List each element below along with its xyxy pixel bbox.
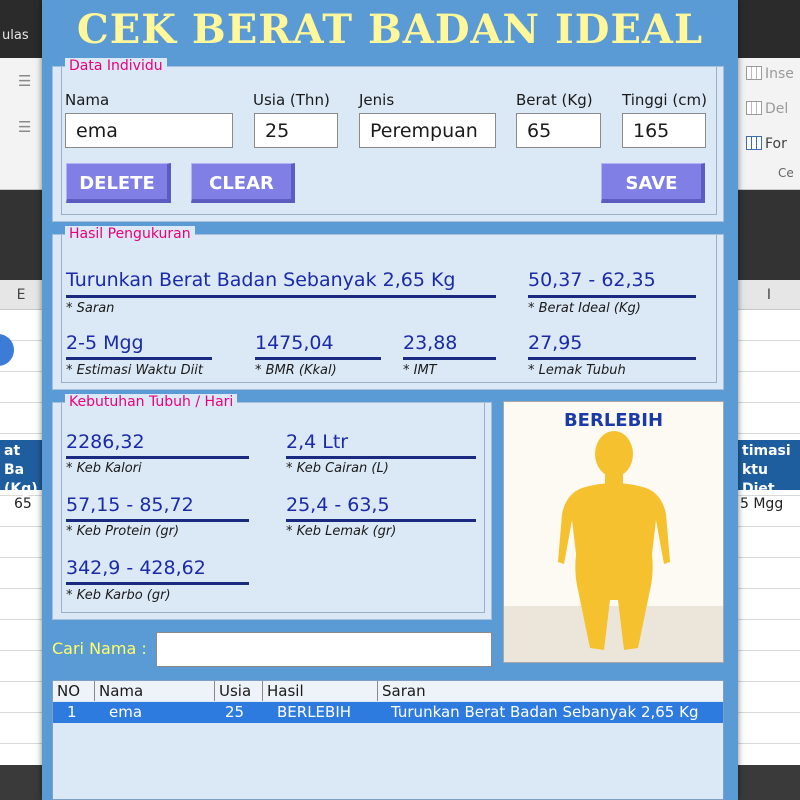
cell-estimasi-value[interactable]: 5 Mgg <box>740 496 783 512</box>
saran-caption: * Saran <box>66 301 115 316</box>
sheet-grid-left[interactable] <box>0 310 42 800</box>
jenis-input[interactable]: Perempuan <box>359 113 496 148</box>
cell-berat-value[interactable]: 65 <box>14 496 32 512</box>
lemak-tubuh-value: 27,95 <box>528 332 583 354</box>
protein-caption: * Keb Protein (gr) <box>66 524 180 539</box>
cairan-value: 2,4 Ltr <box>286 431 349 453</box>
tinggi-label: Tinggi (cm) <box>622 91 707 109</box>
column-header-no[interactable]: NO <box>53 681 95 701</box>
protein-value: 57,15 - 85,72 <box>66 494 194 516</box>
column-header-i[interactable]: I <box>738 280 800 310</box>
column-header-hasil[interactable]: Hasil <box>263 681 378 701</box>
bmr-caption: * BMR (Kkal) <box>255 363 337 378</box>
insert-icon <box>746 66 762 80</box>
format-icon <box>746 136 762 150</box>
data-individu-panel: Data Individu Nama Usia (Thn) Jenis Bera… <box>52 58 724 222</box>
lemak-tubuh-caption: * Lemak Tubuh <box>528 363 626 378</box>
body-silhouette-icon <box>558 431 670 650</box>
berat-label: Berat (Kg) <box>516 91 593 109</box>
jenis-label: Jenis <box>359 91 395 109</box>
ribbon-right: Inse Del For Ce <box>738 0 800 190</box>
cairan-caption: * Keb Cairan (L) <box>286 461 389 476</box>
table-row[interactable]: 1 ema 25 BERLEBIH Turunkan Berat Badan S… <box>53 702 723 723</box>
kebutuhan-tubuh-panel: Kebutuhan Tubuh / Hari 2286,32 * Keb Kal… <box>52 394 492 620</box>
kalori-caption: * Keb Kalori <box>66 461 142 476</box>
search-label: Cari Nama : <box>52 639 147 658</box>
lemak-value: 25,4 - 63,5 <box>286 494 390 516</box>
cell-header-estimasi[interactable]: timasi ktu Diet <box>738 440 800 497</box>
delete-icon <box>746 101 762 115</box>
saran-value: Turunkan Berat Badan Sebanyak 2,65 Kg <box>66 269 456 291</box>
delete-cells-button[interactable]: Del <box>746 101 788 117</box>
tinggi-input[interactable]: 165 <box>622 113 706 148</box>
status-figure-panel: BERLEBIH <box>503 401 724 663</box>
berat-input[interactable]: 65 <box>516 113 601 148</box>
cell-nama: ema <box>109 703 143 721</box>
nama-label: Nama <box>65 91 110 109</box>
nama-input[interactable]: ema <box>65 113 233 148</box>
waktu-diit-caption: * Estimasi Waktu Diit <box>66 363 203 378</box>
ribbon-tab[interactable]: ulas <box>0 0 42 58</box>
cell-hasil: BERLEBIH <box>277 703 352 721</box>
waktu-diit-value: 2-5 Mgg <box>66 332 144 354</box>
berat-ideal-caption: * Berat Ideal (Kg) <box>528 301 641 316</box>
cell-usia: 25 <box>225 703 245 721</box>
hasil-pengukuran-panel: Hasil Pengukuran Turunkan Berat Badan Se… <box>52 226 724 390</box>
cell-saran: Turunkan Berat Badan Sebanyak 2,65 Kg <box>391 703 699 721</box>
imt-value: 23,88 <box>403 332 458 354</box>
berat-ideal-value: 50,37 - 62,35 <box>528 269 656 291</box>
clear-button[interactable]: CLEAR <box>191 163 295 203</box>
insert-cells-button[interactable]: Inse <box>746 66 794 82</box>
ribbon-left: ulas ☰ ☰ <box>0 0 42 190</box>
results-table: NO Nama Usia Hasil Saran 1 ema 25 BERLEB… <box>52 680 724 800</box>
column-header-e[interactable]: E <box>0 280 42 310</box>
hasil-pengukuran-legend: Hasil Pengukuran <box>65 226 195 242</box>
search-name-input[interactable] <box>156 632 492 667</box>
column-header-saran[interactable]: Saran <box>378 681 723 701</box>
delete-button[interactable]: DELETE <box>66 163 171 203</box>
bmi-form-window: CEK BERAT BADAN IDEAL Data Individu Nama… <box>42 0 738 800</box>
data-individu-legend: Data Individu <box>65 58 167 74</box>
indent-icon[interactable]: ☰ <box>18 118 31 136</box>
cell-header-berat[interactable]: at Ba (Kg) <box>0 440 42 497</box>
sheet-grid-right[interactable] <box>738 310 800 800</box>
column-header-nama[interactable]: Nama <box>95 681 215 701</box>
format-cells-button[interactable]: For <box>746 136 787 152</box>
usia-label: Usia (Thn) <box>253 91 330 109</box>
ribbon-group-label: Ce <box>778 166 794 180</box>
bmr-value: 1475,04 <box>255 332 334 354</box>
kalori-value: 2286,32 <box>66 431 145 453</box>
imt-caption: * IMT <box>403 363 437 378</box>
column-header-usia[interactable]: Usia <box>215 681 263 701</box>
align-icon[interactable]: ☰ <box>18 72 31 90</box>
page-title: CEK BERAT BADAN IDEAL <box>76 6 704 53</box>
karbo-caption: * Keb Karbo (gr) <box>66 588 171 603</box>
lemak-caption: * Keb Lemak (gr) <box>286 524 397 539</box>
karbo-value: 342,9 - 428,62 <box>66 557 206 579</box>
cell-no: 1 <box>67 703 77 721</box>
save-button[interactable]: SAVE <box>601 163 705 203</box>
kebutuhan-legend: Kebutuhan Tubuh / Hari <box>65 394 238 410</box>
usia-input[interactable]: 25 <box>254 113 338 148</box>
